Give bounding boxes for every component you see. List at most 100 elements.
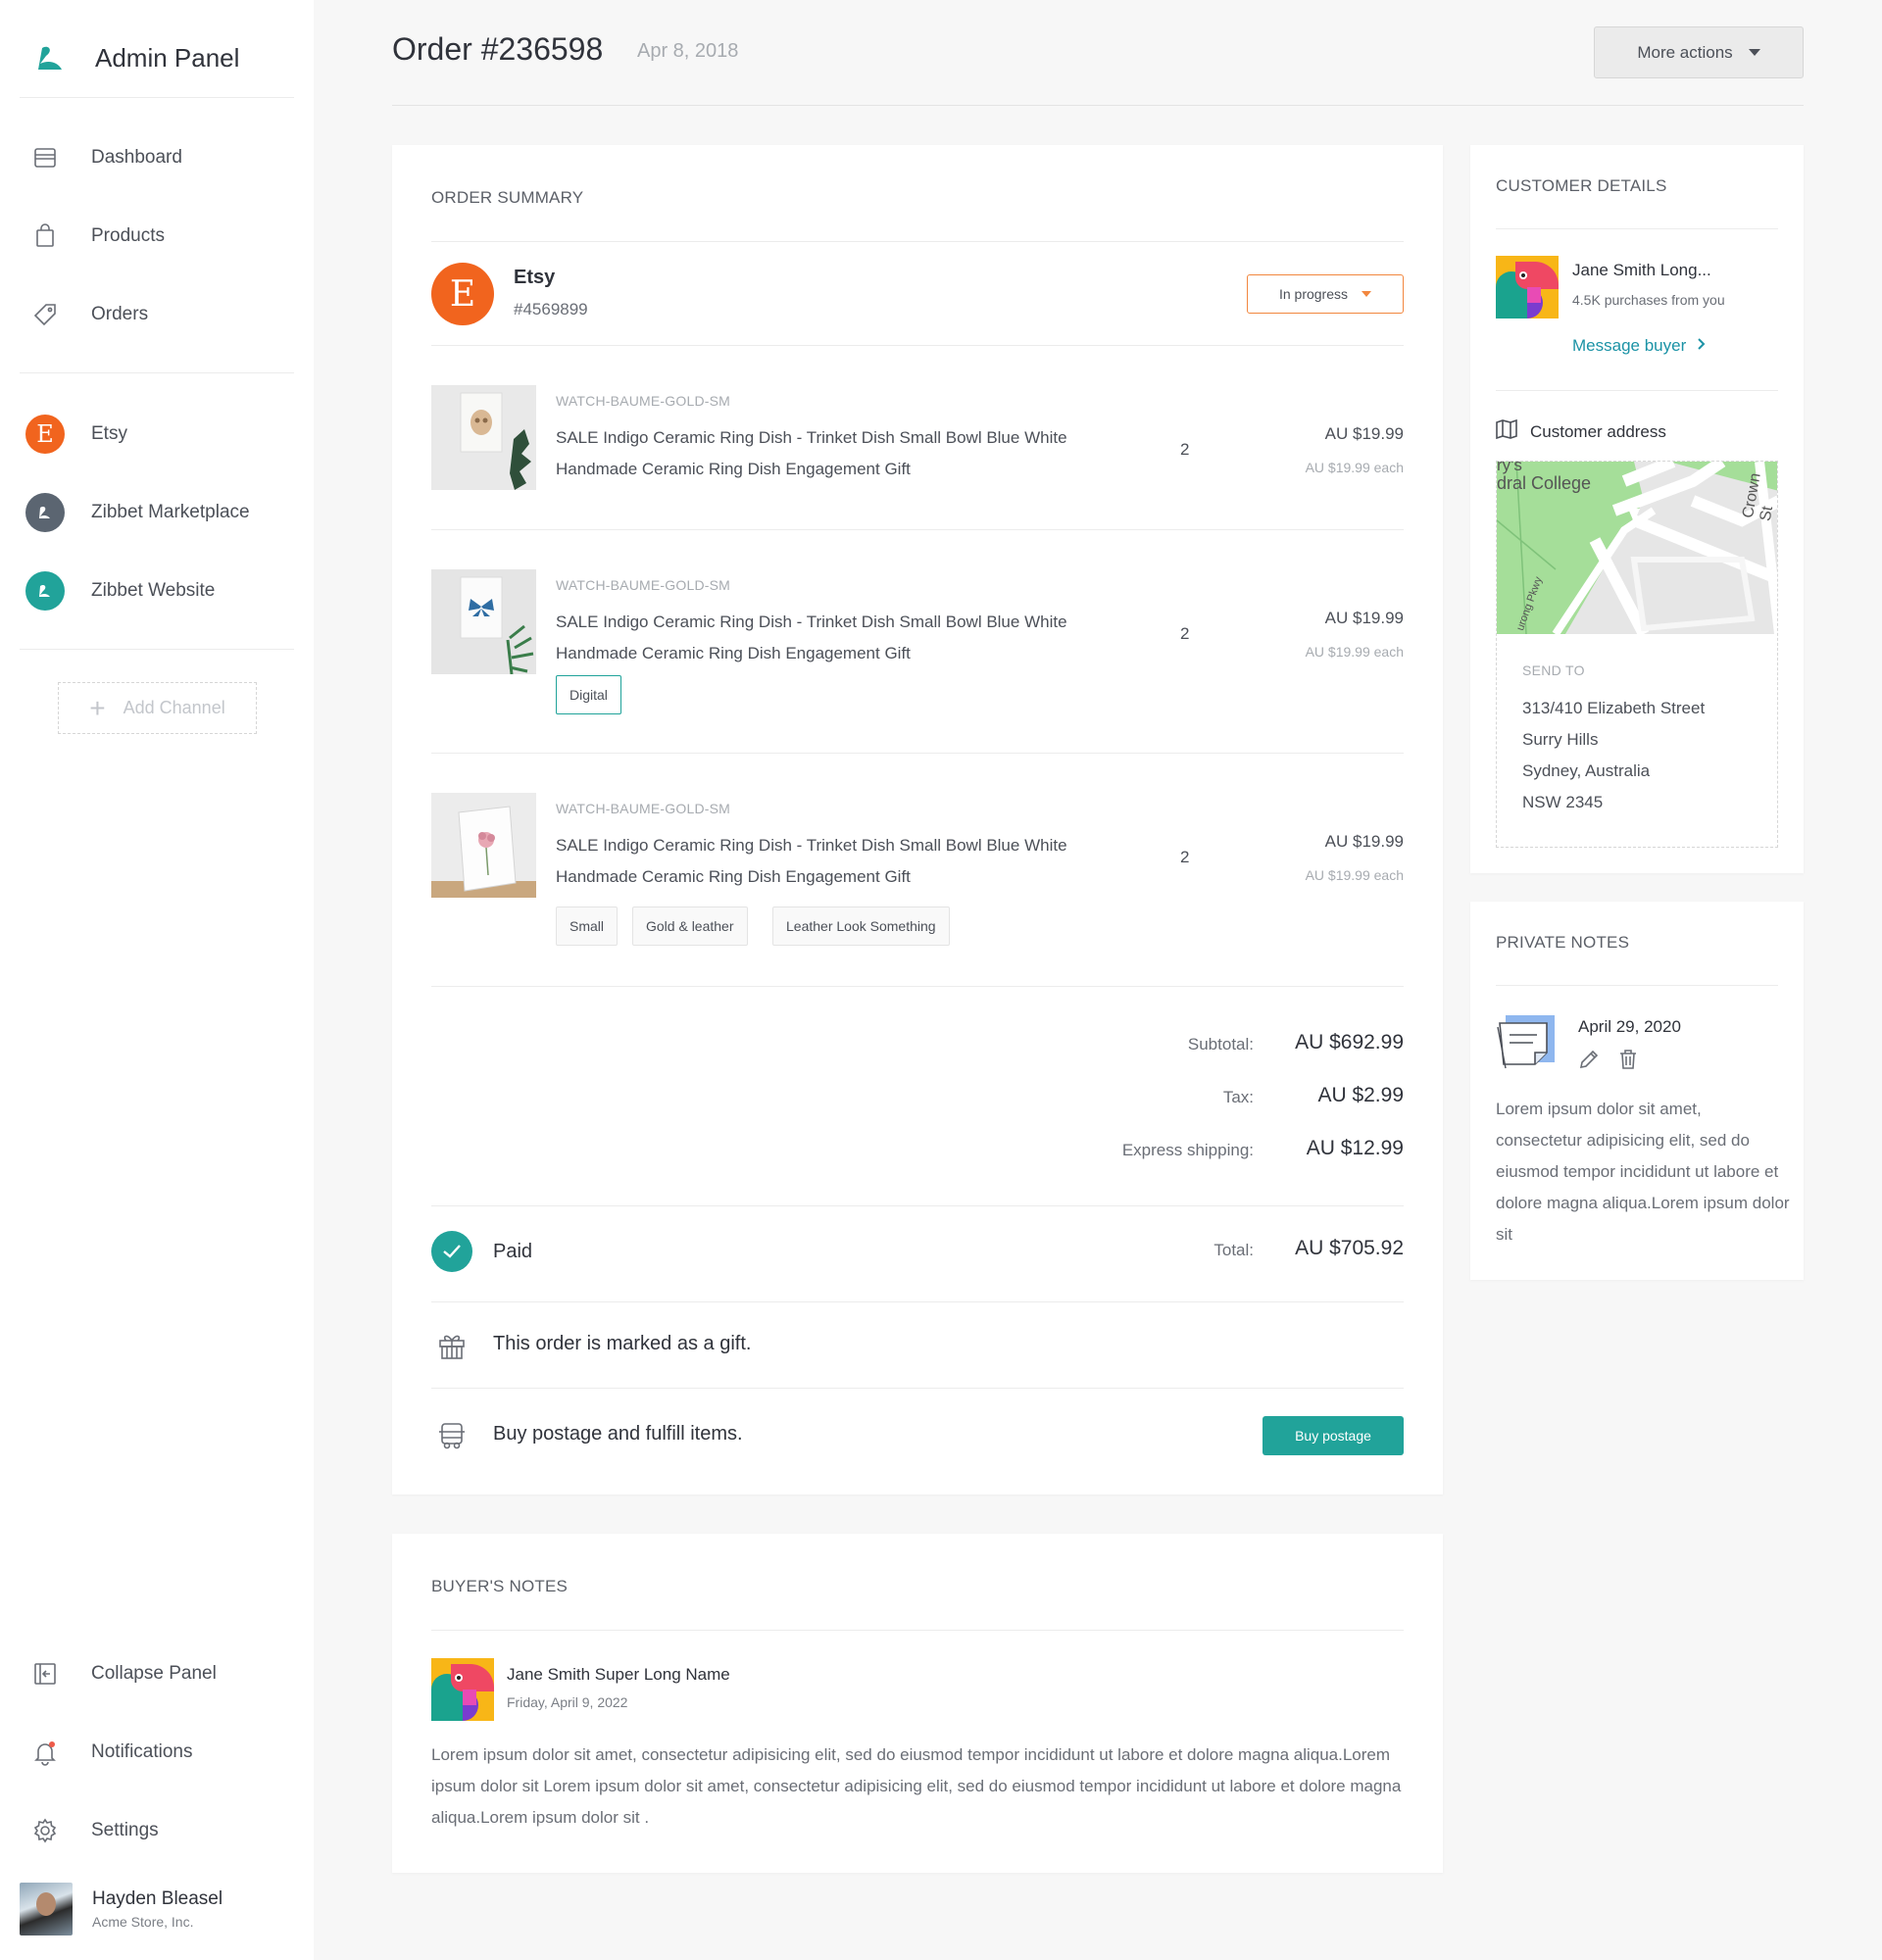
nav-label: Orders bbox=[91, 304, 149, 324]
collapse-label: Collapse Panel bbox=[91, 1663, 217, 1684]
channel-name: Etsy bbox=[514, 267, 556, 288]
tax-label: Tax: bbox=[1222, 1088, 1254, 1106]
tag-icon bbox=[20, 289, 71, 340]
item-tag: Digital bbox=[556, 675, 621, 714]
swan-logo-icon bbox=[25, 33, 76, 84]
product-image[interactable] bbox=[431, 385, 536, 490]
notifications-button[interactable]: Notifications bbox=[20, 1723, 294, 1782]
divider bbox=[431, 986, 1404, 987]
item-name[interactable]: SALE Indigo Ceramic Ring Dish - Trinket … bbox=[556, 830, 1124, 893]
gift-message: This order is marked as a gift. bbox=[493, 1333, 752, 1354]
avatar bbox=[20, 1883, 73, 1936]
channel-badge-wrap bbox=[20, 487, 71, 538]
collapse-panel-icon bbox=[20, 1648, 71, 1699]
item-quantity: 2 bbox=[1180, 440, 1190, 459]
divider bbox=[20, 372, 294, 373]
brand: Admin Panel bbox=[20, 20, 294, 98]
customer-name: Jane Smith Long... bbox=[1572, 261, 1711, 279]
user-profile[interactable]: Hayden Bleasel Acme Store, Inc. bbox=[20, 1880, 294, 1938]
note-text: Lorem ipsum dolor sit amet, consectetur … bbox=[431, 1745, 1402, 1827]
item-name[interactable]: SALE Indigo Ceramic Ring Dish - Trinket … bbox=[556, 607, 1124, 669]
item-price: AU $19.99 bbox=[1324, 424, 1404, 443]
send-to-label: SEND TO bbox=[1522, 662, 1585, 678]
edit-pencil-icon[interactable] bbox=[1578, 1049, 1600, 1075]
status-dropdown[interactable]: In progress bbox=[1247, 274, 1404, 314]
nav-label: Products bbox=[91, 225, 165, 246]
section-title: PRIVATE NOTES bbox=[1496, 933, 1630, 952]
status-value: In progress bbox=[1278, 286, 1349, 302]
trash-icon[interactable] bbox=[1617, 1049, 1639, 1075]
settings-label: Settings bbox=[91, 1820, 159, 1840]
channel-label: Zibbet Website bbox=[91, 580, 216, 601]
truck-icon bbox=[431, 1415, 472, 1456]
product-image[interactable] bbox=[431, 793, 536, 898]
address-title: Customer address bbox=[1530, 421, 1666, 441]
divider bbox=[431, 1205, 1404, 1206]
channel-order-number: #4569899 bbox=[514, 300, 588, 318]
nav-item-products[interactable]: Products bbox=[20, 207, 294, 266]
divider bbox=[431, 529, 1404, 530]
channel-badge-wrap bbox=[20, 565, 71, 616]
divider bbox=[1496, 390, 1778, 391]
add-channel-button[interactable]: + Add Channel bbox=[58, 682, 257, 734]
subtotal-value: AU $692.99 bbox=[1295, 1031, 1404, 1054]
section-title: ORDER SUMMARY bbox=[431, 188, 584, 207]
item-price: AU $19.99 bbox=[1324, 609, 1404, 627]
nav-label: Dashboard bbox=[91, 147, 182, 168]
customer-purchases: 4.5K purchases from you bbox=[1572, 292, 1725, 308]
buy-postage-button[interactable]: Buy postage bbox=[1263, 1416, 1404, 1455]
order-date: Apr 8, 2018 bbox=[637, 40, 739, 62]
address-line: Sydney, Australia bbox=[1522, 761, 1651, 780]
item-tag: Leather Look Something bbox=[772, 906, 950, 946]
map-icon bbox=[1496, 418, 1517, 444]
user-names: Hayden Bleasel Acme Store, Inc. bbox=[92, 1888, 223, 1930]
item-quantity: 2 bbox=[1180, 624, 1190, 643]
item-unit-price: AU $19.99 each bbox=[1305, 460, 1404, 475]
item-price: AU $19.99 bbox=[1324, 832, 1404, 851]
customer-address-heading: Customer address bbox=[1496, 418, 1666, 444]
divider bbox=[431, 1388, 1404, 1389]
divider bbox=[431, 753, 1404, 754]
channel-item-zibbet-marketplace[interactable]: Zibbet Marketplace bbox=[20, 483, 294, 542]
divider bbox=[431, 1301, 1404, 1302]
more-actions-label: More actions bbox=[1637, 42, 1733, 62]
settings-button[interactable]: Settings bbox=[20, 1801, 294, 1860]
item-unit-price: AU $19.99 each bbox=[1305, 644, 1404, 660]
buyers-notes-card: BUYER'S NOTES Jane Smith Super Long Name… bbox=[392, 1534, 1443, 1873]
postage-message: Buy postage and fulfill items. bbox=[493, 1423, 743, 1445]
channel-label: Etsy bbox=[91, 423, 127, 444]
order-summary-card: ORDER SUMMARY E Etsy #4569899 In progres… bbox=[392, 145, 1443, 1494]
customer-details-card: CUSTOMER DETAILS Jane Smith Long... 4.5K… bbox=[1470, 145, 1804, 873]
collapse-panel-button[interactable]: Collapse Panel bbox=[20, 1644, 294, 1703]
more-actions-button[interactable]: More actions bbox=[1594, 26, 1804, 78]
address-box: ry's dral College Crown St urong Pkwy SE… bbox=[1496, 461, 1778, 848]
divider bbox=[1496, 985, 1778, 986]
section-title: BUYER'S NOTES bbox=[431, 1577, 569, 1595]
user-name: Hayden Bleasel bbox=[92, 1888, 223, 1909]
channel-item-etsy[interactable]: E Etsy bbox=[20, 405, 294, 464]
divider bbox=[431, 345, 1404, 346]
etsy-badge-icon: E bbox=[25, 415, 65, 454]
gift-icon bbox=[431, 1325, 472, 1366]
tax-value: AU $2.99 bbox=[1317, 1084, 1404, 1106]
line-item: WATCH-BAUME-GOLD-SM SALE Indigo Ceramic … bbox=[431, 385, 1404, 513]
channel-item-zibbet-website[interactable]: Zibbet Website bbox=[20, 562, 294, 620]
bell-icon bbox=[20, 1727, 71, 1778]
page-header: Order #236598 Apr 8, 2018 More actions bbox=[392, 20, 1804, 106]
nav-item-orders[interactable]: Orders bbox=[20, 285, 294, 344]
caret-down-icon bbox=[1748, 49, 1760, 56]
note-author: Jane Smith Super Long Name bbox=[507, 1665, 730, 1684]
chevron-right-icon bbox=[1691, 336, 1707, 355]
parrot-avatar-icon bbox=[1496, 256, 1559, 318]
map-thumbnail[interactable]: ry's dral College Crown St urong Pkwy bbox=[1497, 462, 1777, 634]
product-image[interactable] bbox=[431, 569, 536, 674]
message-buyer-link[interactable]: Message buyer bbox=[1572, 336, 1707, 356]
total-label: Total: bbox=[1213, 1241, 1254, 1259]
shipping-label: Express shipping: bbox=[1121, 1141, 1254, 1159]
nav-item-dashboard[interactable]: Dashboard bbox=[20, 128, 294, 187]
divider bbox=[1496, 228, 1778, 229]
note-date: April 29, 2020 bbox=[1578, 1017, 1681, 1036]
dashboard-icon bbox=[20, 132, 71, 183]
line-item: WATCH-BAUME-GOLD-SM SALE Indigo Ceramic … bbox=[431, 569, 1404, 716]
item-name[interactable]: SALE Indigo Ceramic Ring Dish - Trinket … bbox=[556, 422, 1124, 485]
